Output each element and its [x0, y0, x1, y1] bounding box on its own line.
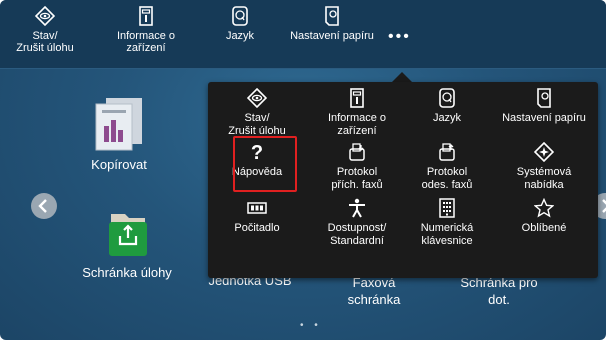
tile-copy[interactable]: Kopírovat — [84, 96, 154, 173]
menu-item-job-status-label: Stav/ Zrušit úlohu — [228, 112, 286, 137]
language-icon — [232, 6, 248, 26]
menu-item-language-label: Jazyk — [432, 112, 462, 124]
topbar-device-info[interactable]: Informace o zařízení — [108, 6, 184, 54]
menu-item-accessibility-label: Dostupnost/ Standardní — [327, 222, 387, 247]
page-indicator: • • — [300, 320, 322, 331]
menu-item-numeric-keypad[interactable]: Numerická klávesnice — [402, 198, 492, 248]
menu-item-fax-tx-log-label: Protokol odes. faxů — [421, 166, 473, 191]
popup-pointer — [392, 72, 412, 82]
menu-item-language[interactable]: Jazyk — [402, 88, 492, 125]
language-icon — [439, 88, 455, 108]
job-status-icon — [35, 6, 55, 26]
topbar-language-label: Jazyk — [225, 30, 255, 42]
topbar-paper-settings[interactable]: Nastavení papíru — [284, 6, 380, 42]
menu-item-paper-settings[interactable]: Nastavení papíru — [494, 88, 594, 125]
device-info-icon — [139, 6, 153, 26]
job-status-icon — [247, 88, 267, 108]
counter-icon — [247, 202, 267, 214]
menu-item-counter-label: Počitadlo — [234, 222, 280, 234]
menu-item-accessibility[interactable]: Dostupnost/ Standardní — [312, 198, 402, 248]
tile-job-box-label: Schránka úlohy — [82, 265, 172, 280]
printer-home-screen: Stav/ Zrušit úlohu Informace o zařízení … — [0, 0, 606, 340]
menu-item-device-info-label: Informace o zařízení — [327, 112, 387, 137]
job-box-icon — [109, 214, 147, 256]
copy-icon — [95, 98, 142, 151]
topbar-job-status-label: Stav/ Zrušit úlohu — [16, 30, 74, 54]
topbar-job-status[interactable]: Stav/ Zrušit úlohu — [4, 6, 86, 54]
menu-item-fax-tx-log[interactable]: Protokol odes. faxů — [402, 142, 492, 192]
device-info-icon — [350, 88, 364, 108]
menu-item-fax-rx-log-label: Protokol přích. faxů — [331, 166, 383, 191]
chevron-left-icon — [38, 199, 47, 213]
menu-item-paper-settings-label: Nastavení papíru — [502, 112, 586, 124]
paper-settings-icon — [325, 6, 339, 26]
topbar-paper-settings-label: Nastavení papíru — [290, 30, 374, 42]
more-menu-button[interactable]: ••• — [388, 28, 411, 46]
menu-item-favorites-label: Oblíbené — [521, 222, 567, 234]
fax-rx-log-icon — [349, 143, 365, 161]
menu-item-fax-rx-log[interactable]: Protokol přích. faxů — [312, 142, 402, 192]
numeric-keypad-icon — [439, 198, 455, 218]
menu-item-numeric-keypad-label: Numerická klávesnice — [420, 222, 474, 247]
tile-copy-label: Kopírovat — [91, 157, 147, 172]
help-highlight-box — [233, 136, 297, 192]
menu-item-counter[interactable]: Počitadlo — [212, 198, 302, 235]
menu-item-system-menu[interactable]: Systémová nabídka — [494, 142, 594, 192]
tile-polling-box-label: Schránka pro dot. — [460, 275, 538, 307]
scroll-left-button[interactable] — [31, 193, 57, 219]
favorites-icon — [534, 198, 554, 218]
menu-item-system-menu-label: Systémová nabídka — [516, 166, 572, 191]
tile-job-box[interactable]: Schránka úlohy — [72, 210, 182, 281]
topbar-language[interactable]: Jazyk — [218, 6, 262, 42]
paper-settings-icon — [537, 88, 551, 108]
accessibility-icon — [349, 198, 365, 218]
system-menu-icon — [534, 142, 554, 162]
top-bar: Stav/ Zrušit úlohu Informace o zařízení … — [0, 0, 606, 69]
menu-item-job-status[interactable]: Stav/ Zrušit úlohu — [212, 88, 302, 138]
topbar-device-info-label: Informace o zařízení — [116, 30, 176, 54]
menu-item-favorites[interactable]: Oblíbené — [494, 198, 594, 235]
menu-item-device-info[interactable]: Informace o zařízení — [312, 88, 402, 138]
tile-fax-box-label: Faxová schránka — [347, 275, 401, 307]
fax-tx-log-icon — [439, 143, 455, 161]
